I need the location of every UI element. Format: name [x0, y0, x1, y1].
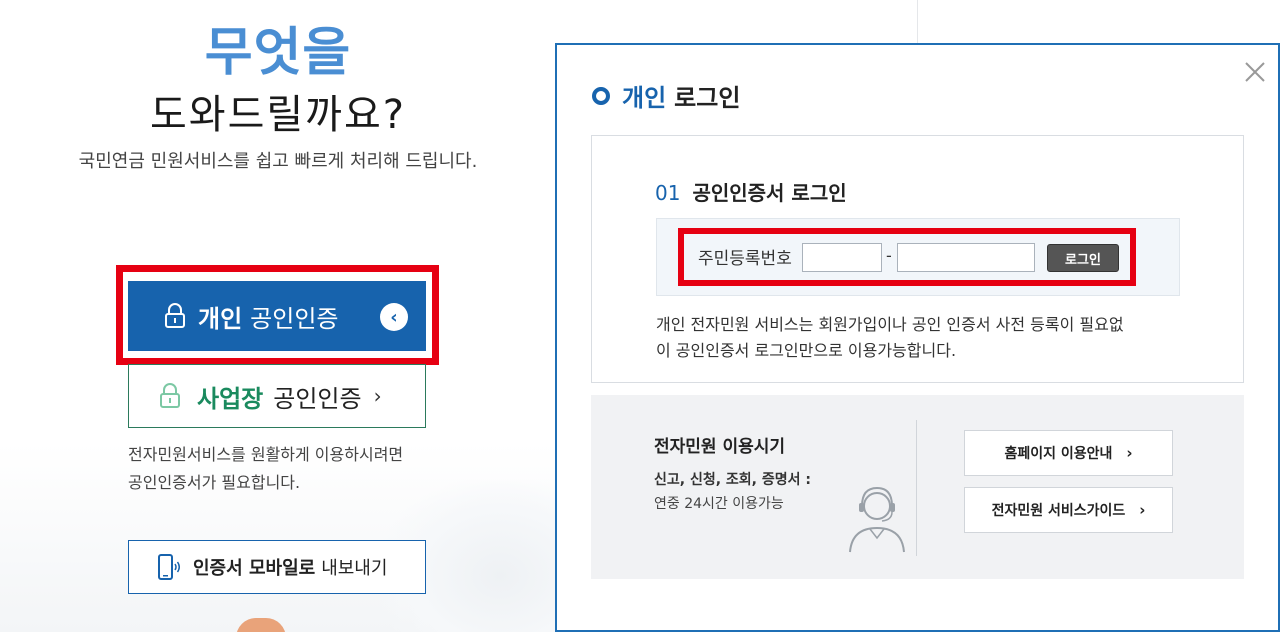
modal-title: 개인 로그인	[592, 78, 740, 113]
business-button-label: 공인인증	[273, 384, 362, 413]
bullet-circle-icon	[592, 86, 610, 105]
modal-title-rest: 로그인	[674, 84, 741, 112]
hero-subtitle: 국민연금 민원서비스를 쉽고 빠르게 처리해 드립니다.	[78, 151, 478, 172]
customer-service-agent-icon	[849, 486, 905, 553]
personal-button-label: 공인인증	[250, 304, 339, 333]
login-button[interactable]: 로그인	[1047, 244, 1119, 272]
section-title: 공인인증서 로그인	[692, 181, 847, 205]
chevron-left-icon: ‹	[380, 303, 408, 331]
e-service-guide-button[interactable]: 전자민원 서비스가이드 ›	[964, 487, 1173, 533]
lock-icon	[165, 303, 185, 328]
chevron-right-icon: ›	[1126, 444, 1133, 462]
certificate-note-line2: 공인인증서가 필요합니다.	[128, 473, 301, 492]
resident-number-front-input[interactable]	[802, 243, 882, 272]
chevron-right-icon: ›	[1139, 501, 1146, 519]
mobile-button-label: 내보내기	[321, 558, 388, 579]
hero-title-line2: 도와드릴까요?	[149, 92, 407, 138]
hero-title-line1: 무엇을	[204, 23, 352, 83]
e-service-guide-label: 전자민원 서비스가이드	[991, 503, 1126, 519]
certificate-note-line1: 전자민원서비스를 원활하게 이용하시려면	[128, 445, 404, 464]
resident-number-dash: -	[886, 246, 892, 265]
login-description: 개인 전자민원 서비스는 회원가입이나 공인 인증서 사전 등록이 필요없 이 …	[656, 312, 1196, 364]
login-section-heading: 01 공인인증서 로그인	[655, 177, 847, 206]
service-hours-line1: 신고, 신청, 조회, 증명서 :	[654, 472, 811, 488]
modal-title-accent: 개인	[622, 84, 667, 112]
business-certificate-button[interactable]: 사업장 공인인증 ›	[128, 364, 426, 428]
section-number: 01	[655, 181, 681, 205]
mobile-phone-icon	[158, 554, 180, 580]
login-description-line1: 개인 전자민원 서비스는 회원가입이나 공인 인증서 사전 등록이 필요없	[656, 315, 1124, 334]
resident-number-label: 주민등록번호	[698, 249, 792, 269]
login-description-line2: 이 공인인증서 로그인만으로 이용가능합니다.	[656, 341, 957, 360]
certificate-note: 전자민원서비스를 원활하게 이용하시려면 공인인증서가 필요합니다.	[128, 441, 448, 497]
lock-icon	[160, 383, 180, 408]
panel-divider	[916, 420, 917, 556]
resident-number-back-input[interactable]	[897, 243, 1035, 272]
personal-button-bold: 개인	[198, 304, 243, 333]
personal-certificate-button[interactable]: 개인 공인인증 ‹	[128, 281, 426, 351]
mobile-button-bold: 인증서 모바일로	[193, 558, 316, 579]
close-icon[interactable]	[1243, 60, 1267, 84]
homepage-guide-label: 홈페이지 이용안내	[1004, 446, 1113, 462]
export-to-mobile-button[interactable]: 인증서 모바일로 내보내기	[128, 540, 426, 594]
homepage-guide-button[interactable]: 홈페이지 이용안내 ›	[964, 430, 1173, 476]
chevron-right-icon: ›	[373, 384, 382, 408]
service-hours-title: 전자민원 이용시기	[654, 437, 786, 457]
business-button-bold: 사업장	[197, 384, 264, 413]
service-hours-line2: 연중 24시간 이용가능	[654, 496, 784, 512]
